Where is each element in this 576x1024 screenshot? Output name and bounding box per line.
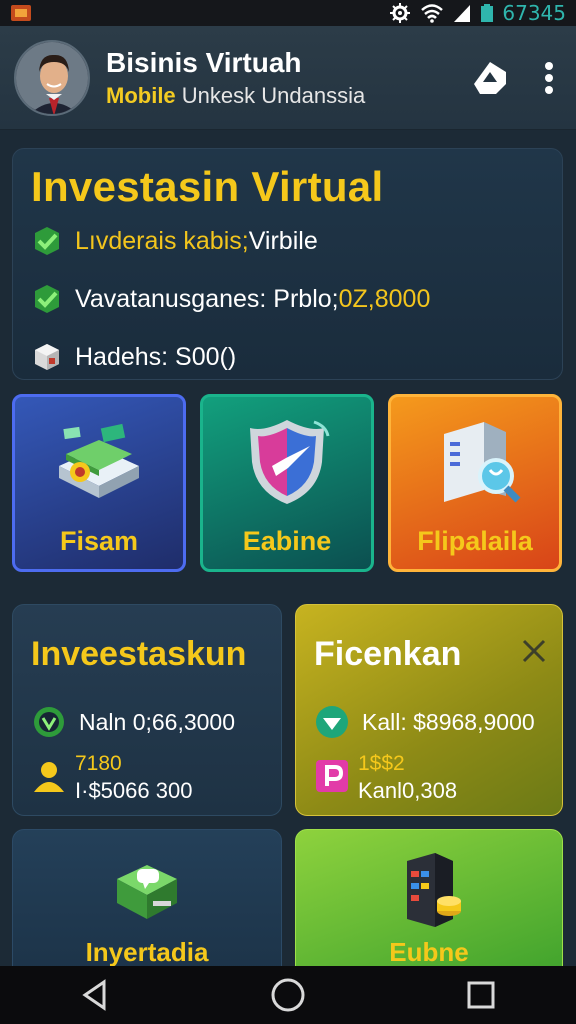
hero-row: Vavatanusganes: Prblo; 0Z,8000 (31, 283, 544, 315)
parking-icon (316, 760, 348, 792)
cube-icon (35, 344, 59, 370)
check-icon (35, 227, 59, 255)
financing-card[interactable]: Ficenkan Kall: $8968,9000 1$$2 Kanl0,308 (295, 604, 563, 816)
card-title: Inveestaskun (31, 635, 247, 673)
hero-row-label: Lıvderais kabis; (75, 226, 249, 255)
bottom-card-inyertadia[interactable]: Inyertadia (12, 829, 282, 979)
status-bar: 67345 (0, 0, 576, 26)
wifi-icon (421, 4, 444, 23)
shield-icon (250, 420, 330, 504)
bottom-card-eubne[interactable]: Eubne (295, 829, 563, 979)
metric-row: 7180 I·$5066 300 (31, 752, 263, 804)
metric-value: Naln 0;66,3000 (79, 708, 236, 735)
metric-row: Kall: $8968,9000 (314, 704, 544, 740)
chart-circle-icon (34, 707, 64, 737)
hero-row-label: Vavatanusganes: Prblo; (75, 284, 339, 313)
hero-title: Investasin Virtual (31, 163, 384, 210)
metric-amount: I·$5066 300 (75, 778, 193, 803)
subtitle-rest: Unkesk Undanssia (175, 82, 366, 108)
tile-fisam[interactable]: Fisam (12, 394, 186, 572)
recents-icon[interactable] (466, 980, 496, 1010)
bottom-card-label: Eubne (389, 937, 469, 967)
home-icon[interactable] (270, 977, 306, 1013)
check-icon (35, 285, 59, 313)
metric-count: 1$$2 (358, 752, 405, 775)
app-subtitle: Mobile Unkesk Undanssia (106, 83, 365, 109)
tile-eabine[interactable]: Eabine (200, 394, 374, 572)
hero-row-value: 0Z,8000 (338, 284, 431, 313)
chat-box-icon (117, 865, 177, 919)
gear-icon (390, 3, 411, 23)
investment-card[interactable]: Inveestaskun Naln 0;66,3000 7180 I·$5066… (12, 604, 282, 816)
hero-row: Hadehs: S00() (31, 341, 544, 373)
profile-photo-icon (16, 41, 88, 114)
tile-label: Fisam (59, 526, 139, 556)
investment-summary-card[interactable]: Investasin Virtual Lıvderais kabis; Virb… (12, 148, 563, 380)
battery-level-text: 67345 (502, 1, 566, 25)
hero-row-value: Virbile (248, 226, 318, 255)
close-icon[interactable] (520, 637, 548, 665)
user-icon (34, 762, 64, 792)
bottom-card-label: Inyertadia (85, 937, 209, 967)
metric-row: Naln 0;66,3000 (31, 704, 263, 740)
avatar[interactable] (14, 39, 90, 116)
money-stack-icon (59, 423, 139, 498)
subtitle-accent: Mobile (106, 82, 176, 108)
tile-label: Eabine (242, 526, 332, 556)
server-coins-icon (407, 853, 461, 927)
back-icon[interactable] (80, 979, 110, 1011)
app-icon (11, 5, 31, 21)
app-header: Bisinis Virtuah Mobile Unkesk Undanssia (0, 26, 576, 130)
system-nav-bar (0, 966, 576, 1024)
card-title: Ficenkan (314, 635, 462, 673)
more-options-icon[interactable] (544, 61, 554, 95)
signal-icon (454, 5, 471, 22)
tile-flipalaila[interactable]: Flipalaila (388, 394, 562, 572)
metric-count: 7180 (75, 752, 122, 775)
logo-action-icon[interactable] (470, 58, 510, 98)
metric-amount: Kanl0,308 (358, 778, 458, 803)
server-search-icon (444, 422, 521, 503)
metric-value: Kall: $8968,9000 (362, 708, 535, 735)
feature-tiles: Fisam Eabine Flipalaila (12, 394, 563, 574)
tile-label: Flipalaila (417, 526, 533, 556)
app-title: Bisinis Virtuah (106, 46, 302, 78)
hero-row-label: Hadehs: S00() (75, 342, 237, 371)
hero-row: Lıvderais kabis; Virbile (31, 225, 544, 257)
battery-icon (481, 4, 494, 22)
metric-row: 1$$2 Kanl0,308 (314, 752, 544, 804)
chat-check-icon (316, 706, 348, 738)
